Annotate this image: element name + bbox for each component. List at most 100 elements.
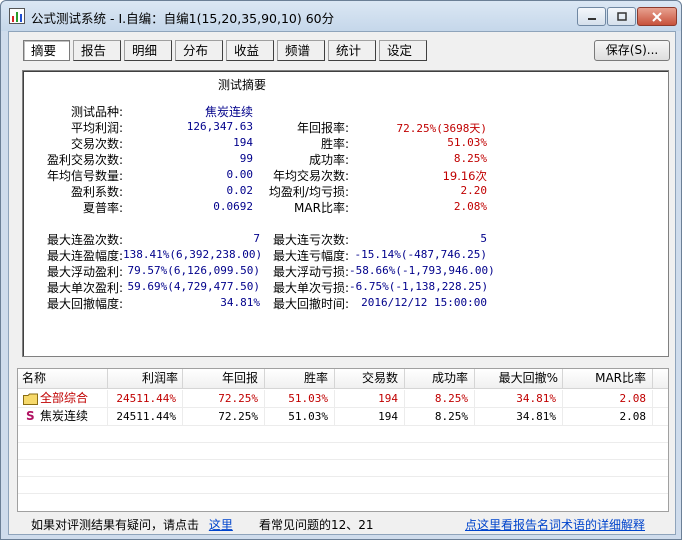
label-annual-return: 年回报率: (296, 121, 349, 135)
value-max-single-profit: 59.69%(4,729,477.50) (127, 280, 260, 293)
cell-success-rate: 8.25% (405, 390, 475, 407)
value-profit-factor: 0.02 (226, 184, 254, 197)
value-max-single-loss: -6.75%(-1,138,228.25) (349, 280, 489, 293)
label-max-single-loss: 最大单次亏损: (272, 281, 349, 295)
footer-question: 如果对评测结果有疑问，请点击 这里 (31, 516, 233, 533)
tab-summary[interactable]: 摘要 (23, 40, 70, 61)
label-annual-signals: 年均信号数量: (46, 169, 123, 183)
value-trades: 194 (233, 136, 253, 149)
chart-app-icon (9, 8, 25, 24)
maximize-button[interactable] (607, 7, 636, 26)
here-link[interactable]: 这里 (209, 518, 233, 532)
value-win-rate: 51.03% (447, 136, 487, 149)
row-name: 全部综合 (18, 390, 108, 407)
title-bar[interactable]: 公式测试系统 - I.自编：自编1(15,20,35,90,10) 60分 (1, 1, 681, 31)
row-divider (18, 442, 668, 443)
row-divider (18, 476, 668, 477)
tab-report[interactable]: 报告 (73, 40, 121, 61)
label-max-consec-wins: 最大连盈次数: (46, 233, 123, 247)
value-max-drawdown: 34.81% (220, 296, 260, 309)
label-avg-profit: 平均利润: (70, 121, 123, 135)
value-win-trades: 99 (239, 152, 253, 165)
cell-max-drawdown: 34.81% (475, 408, 563, 425)
cell-win-rate: 51.03% (265, 390, 335, 407)
cell-annual-return: 72.25% (183, 408, 265, 425)
cell-profit-rate: 24511.44% (108, 390, 183, 407)
value-max-consec-wins: 7 (253, 232, 260, 245)
column-header-annual-return[interactable]: 年回报 (183, 369, 265, 388)
label-max-single-profit: 最大单次盈利: (46, 281, 123, 295)
column-header-success-rate[interactable]: 成功率 (405, 369, 475, 388)
value-max-consec-win-range: 138.41%(6,392,238.00) (123, 248, 263, 261)
window-title: 公式测试系统 - I.自编：自编1(15,20,35,90,10) 60分 (31, 11, 335, 26)
label-max-consec-loss-range: 最大连亏幅度: (272, 249, 349, 263)
tab-spectrum[interactable]: 频谱 (277, 40, 325, 61)
close-icon (652, 11, 662, 22)
label-profit-factor: 盈利系数: (70, 185, 123, 199)
tab-distribution[interactable]: 分布 (175, 40, 223, 61)
label-max-consec-win-range: 最大连盈幅度: (46, 249, 123, 263)
question-text: 如果对评测结果有疑问，请点击 (31, 518, 200, 532)
label-mar-ratio: MAR比率: (294, 201, 349, 215)
value-max-consec-losses: 5 (480, 232, 487, 245)
value-mar-ratio: 2.08% (453, 200, 487, 213)
row-divider (18, 425, 668, 426)
results-table[interactable]: 名称 利润率 年回报 胜率 交易数 成功率 最大回撤% MAR比率 全部综合 2… (17, 368, 669, 512)
label-max-float-loss: 最大浮动亏损: (272, 265, 349, 279)
cell-win-rate: 51.03% (265, 408, 335, 425)
value-instrument: 焦炭连续 (204, 105, 253, 119)
row-divider (18, 493, 668, 494)
table-row[interactable]: S 焦炭连续 24511.44% 72.25% 51.03% 194 8.25%… (18, 408, 668, 425)
cell-mar-ratio: 2.08 (563, 390, 653, 407)
cell-profit-rate: 24511.44% (108, 408, 183, 425)
tab-profit[interactable]: 收益 (226, 40, 274, 61)
label-max-drawdown-time: 最大回撤时间: (272, 297, 349, 311)
value-sharpe: 0.0692 (213, 200, 253, 213)
label-instrument: 测试品种: (70, 105, 123, 119)
label-avg-win-loss: 均盈利/均亏损: (268, 185, 349, 199)
glossary-link[interactable]: 点这里看报告名词术语的详细解释 (465, 516, 645, 533)
label-max-float-profit: 最大浮动盈利: (46, 265, 123, 279)
value-annual-return: 72.25%(3698天) (396, 122, 487, 135)
column-header-trades[interactable]: 交易数 (335, 369, 405, 388)
cell-mar-ratio: 2.08 (563, 408, 653, 425)
tab-settings[interactable]: 设定 (379, 40, 427, 61)
table-header: 名称 利润率 年回报 胜率 交易数 成功率 最大回撤% MAR比率 (18, 369, 668, 389)
cell-trades: 194 (335, 408, 405, 425)
summary-title: 测试摘要 (218, 78, 267, 92)
value-avg-win-loss: 2.20 (460, 184, 488, 197)
maximize-icon (616, 12, 627, 21)
column-header-mar-ratio[interactable]: MAR比率 (563, 369, 653, 388)
value-success-rate: 8.25% (453, 152, 487, 165)
value-avg-profit: 126,347.63 (186, 120, 253, 133)
minimize-icon (587, 17, 596, 20)
tab-statistics[interactable]: 统计 (328, 40, 376, 61)
label-success-rate: 成功率: (308, 153, 349, 167)
cell-annual-return: 72.25% (183, 390, 265, 407)
label-max-consec-losses: 最大连亏次数: (272, 233, 349, 247)
value-max-drawdown-time: 2016/12/12 15:00:00 (361, 296, 487, 309)
label-annual-trades: 年均交易次数: (272, 169, 349, 183)
minimize-button[interactable] (577, 7, 606, 26)
cell-max-drawdown: 34.81% (475, 390, 563, 407)
row-divider (18, 459, 668, 460)
column-header-profit-rate[interactable]: 利润率 (108, 369, 183, 388)
row-name: 焦炭连续 (18, 408, 108, 425)
value-max-consec-loss-range: -15.14%(-487,746.25) (354, 248, 487, 261)
app-window: 公式测试系统 - I.自编：自编1(15,20,35,90,10) 60分 摘要… (0, 0, 682, 540)
label-trades: 交易次数: (70, 137, 123, 151)
column-header-name[interactable]: 名称 (18, 369, 108, 388)
tab-details[interactable]: 明细 (124, 40, 172, 61)
label-win-trades: 盈利交易次数: (46, 153, 123, 167)
value-annual-trades: 19.16次 (442, 169, 487, 183)
close-button[interactable] (637, 7, 677, 26)
cell-success-rate: 8.25% (405, 408, 475, 425)
column-header-win-rate[interactable]: 胜率 (265, 369, 335, 388)
save-button[interactable]: 保存(S)... (594, 40, 670, 61)
label-win-rate: 胜率: (320, 137, 349, 151)
cell-trades: 194 (335, 390, 405, 407)
table-row[interactable]: 全部综合 24511.44% 72.25% 51.03% 194 8.25% 3… (18, 390, 668, 407)
value-max-float-profit: 79.57%(6,126,099.50) (127, 264, 260, 277)
column-header-max-drawdown[interactable]: 最大回撤% (475, 369, 563, 388)
faq-text: 看常见问题的12、21 (259, 518, 374, 532)
